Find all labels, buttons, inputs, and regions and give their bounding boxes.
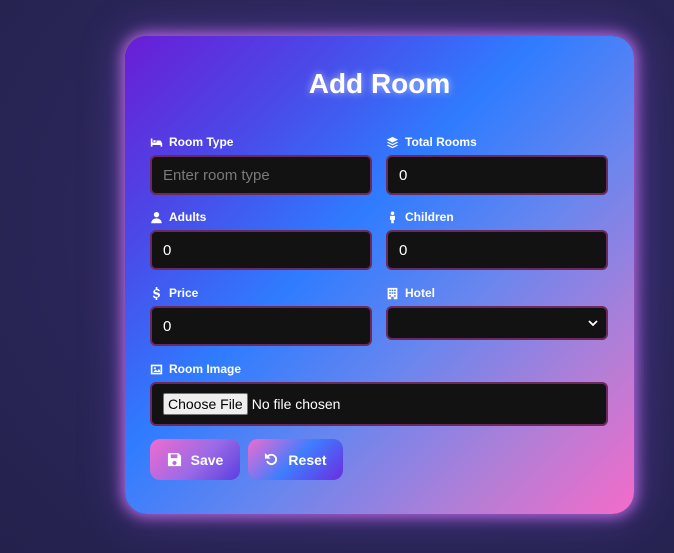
form-title: Add Room — [308, 68, 451, 99]
choose-file-button[interactable]: Choose File — [163, 393, 248, 415]
adults-input[interactable] — [150, 230, 372, 270]
price-field: Price — [150, 286, 198, 300]
room-type-field: Room Type — [150, 135, 233, 149]
price-input[interactable] — [150, 306, 372, 346]
user-icon — [150, 211, 163, 224]
total-rooms-field: Total Rooms — [386, 135, 477, 149]
children-input[interactable] — [386, 230, 608, 270]
reset-button[interactable]: Reset — [248, 439, 343, 480]
save-button-label: Save — [190, 451, 224, 468]
room-image-file-input: Choose File No file chosen — [150, 382, 608, 426]
total-rooms-input[interactable] — [386, 155, 608, 195]
reset-button-label: Reset — [288, 451, 327, 468]
layers-icon — [386, 136, 399, 149]
chevron-down-icon — [588, 320, 598, 327]
hotel-field: Hotel — [386, 286, 435, 300]
room-type-input[interactable] — [150, 155, 372, 195]
child-icon — [386, 210, 399, 224]
image-icon — [150, 363, 163, 376]
save-button[interactable]: Save — [150, 439, 240, 480]
dollar-icon — [150, 286, 163, 300]
building-icon — [386, 287, 399, 300]
room-type-label: Room Type — [169, 135, 234, 149]
hotel-label: Hotel — [405, 286, 435, 300]
price-label: Price — [169, 286, 199, 300]
add-room-card: Add Room Room Type Total Rooms Adults — [125, 36, 634, 514]
total-rooms-label: Total Rooms — [405, 135, 477, 149]
hotel-select[interactable] — [386, 306, 608, 340]
floppy-disk-icon — [167, 452, 182, 467]
children-field: Children — [386, 210, 454, 224]
adults-label: Adults — [169, 210, 207, 224]
children-label: Children — [405, 210, 454, 224]
bed-icon — [150, 136, 163, 149]
file-status-text: No file chosen — [251, 396, 341, 412]
adults-field: Adults — [150, 210, 206, 224]
undo-icon — [264, 452, 279, 467]
room-image-label: Room Image — [169, 362, 242, 376]
room-image-field: Room Image — [150, 362, 241, 376]
